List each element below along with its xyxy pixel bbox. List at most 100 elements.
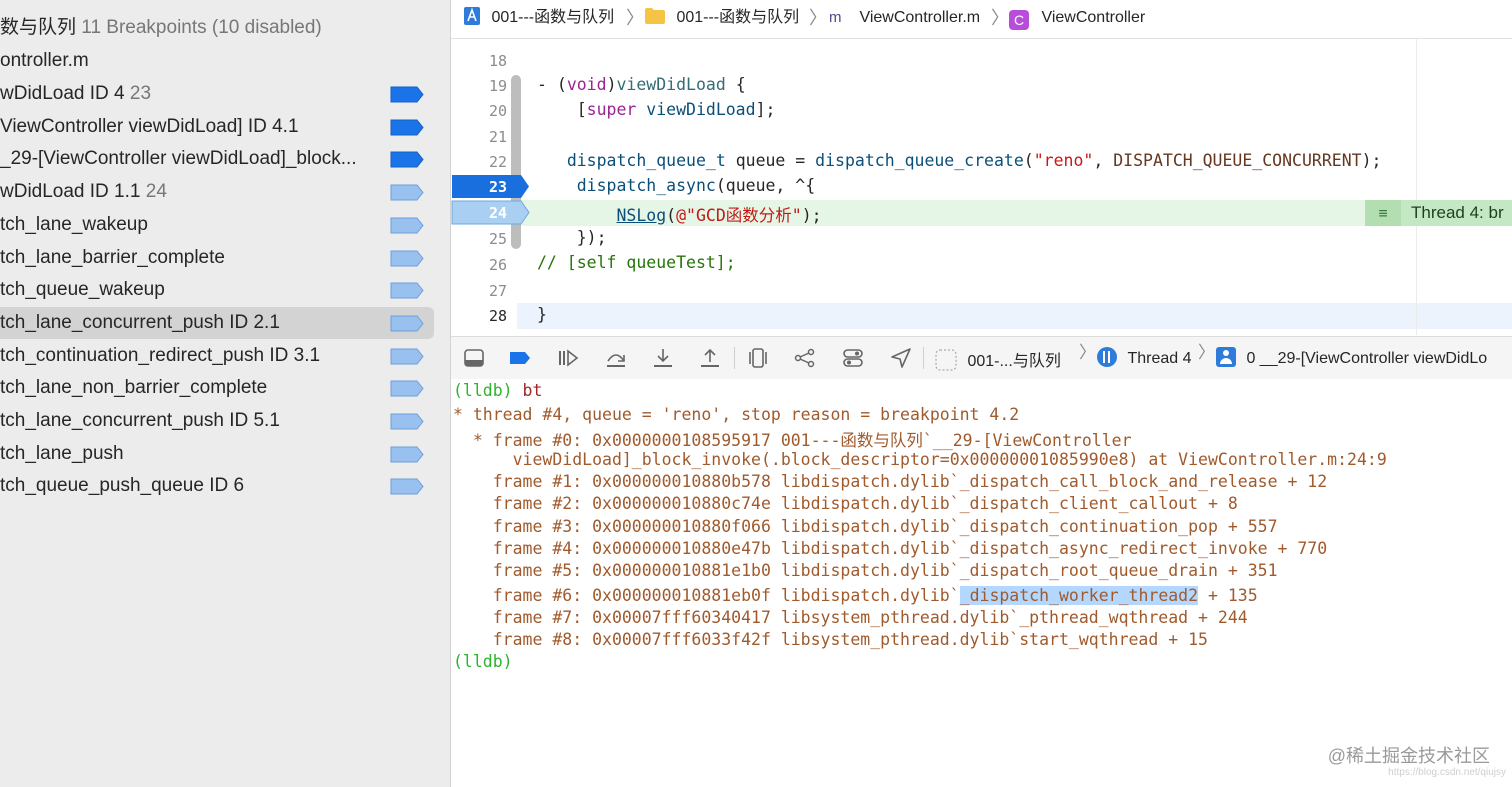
line-number[interactable]: 27 [451, 282, 507, 300]
crumb-separator: 〉 [626, 8, 644, 28]
hide-debug-area-icon[interactable] [462, 346, 486, 370]
breakpoint-toggle-icon[interactable] [390, 413, 424, 430]
breakpoint-toggle-icon[interactable] [390, 478, 424, 495]
console-line: * frame #0: 0x0000000108595917 001---函数与… [453, 431, 1132, 451]
breakpoint-row[interactable]: tch_lane_concurrent_push ID 2.1 [0, 306, 434, 339]
thread-annotation-label: Thread 4: br [1411, 203, 1504, 222]
crumb-project-label: 001---函数与队列 [491, 9, 615, 26]
breakpoint-toggle-icon[interactable] [390, 119, 424, 136]
watermark: @稀土掘金技术社区 [1327, 746, 1490, 766]
environment-overrides-icon[interactable] [841, 346, 865, 370]
line-number[interactable]: 21 [451, 128, 507, 146]
project-icon [464, 7, 480, 25]
breakpoint-row[interactable]: tch_lane_push [0, 438, 434, 470]
breakpoint-row[interactable]: tch_queue_wakeup [0, 274, 434, 306]
breakpoint-toggle-icon[interactable] [390, 217, 424, 234]
line-number[interactable]: 19 [451, 77, 507, 95]
crumb-separator: 〉 [809, 8, 827, 28]
breakpoint-toggle-icon[interactable] [390, 86, 424, 103]
console-line: frame #2: 0x000000010880c74e libdispatch… [453, 494, 1238, 514]
watermark-url: https://blog.csdn.net/qiujsy [1388, 767, 1506, 778]
console-line: frame #8: 0x00007fff6033f42f libsystem_p… [453, 630, 1208, 649]
code-line-20: [super viewDidLoad]; [537, 100, 776, 119]
breakpoint-label: wDidLoad ID 1.1 24 [0, 181, 167, 203]
breakpoint-row[interactable]: tch_lane_concurrent_push ID 5.1 [0, 405, 434, 437]
breakpoint-toggle-icon[interactable] [390, 250, 424, 267]
code-line-24: NSLog(@"GCD函数分析"); [616, 206, 822, 225]
breakpoint-row[interactable]: tch_queue_push_queue ID 6 [0, 470, 434, 502]
breakpoint-label: tch_queue_push_queue ID 6 [0, 475, 245, 497]
console-line: frame #1: 0x000000010880b578 libdispatch… [453, 471, 1328, 491]
folder-icon [645, 8, 665, 24]
breakpoint-row[interactable]: ViewController viewDidLoad] ID 4.1 [0, 111, 434, 143]
crumb-project[interactable]: 001---函数与队列 [463, 0, 614, 38]
minimap-divider [1416, 39, 1417, 335]
view-hierarchy-icon[interactable] [746, 346, 770, 370]
memory-graph-icon[interactable] [793, 346, 817, 370]
breakpoint-label: tch_lane_push [0, 442, 124, 464]
code-line-25: }); [537, 228, 607, 247]
user-frame-icon [1216, 347, 1236, 367]
breakpoint-toggle-icon[interactable] [390, 282, 424, 299]
crumb-folder[interactable]: 001---函数与队列 [644, 0, 799, 38]
simulate-location-icon[interactable] [889, 346, 913, 370]
debug-frame[interactable]: 0 __29-[ViewController viewDidLo [1216, 347, 1487, 368]
line-number[interactable]: 23 [451, 178, 507, 196]
step-out-icon[interactable] [698, 346, 722, 370]
console-line: frame #7: 0x00007fff60340417 libsystem_p… [453, 608, 1248, 627]
breakpoint-toggle-icon[interactable] [390, 315, 424, 332]
breakpoint-row[interactable]: wDidLoad ID 4 23 [0, 78, 434, 110]
objc-file-icon: m [829, 9, 842, 26]
breakpoint-toggle-icon[interactable] [390, 446, 424, 463]
breakpoint-toggle-icon[interactable] [390, 151, 424, 168]
code-line-19: - (void)viewDidLoad { [537, 75, 746, 94]
thread-annotation[interactable]: ≡ Thread 4: br [1365, 200, 1512, 226]
breakpoint-row[interactable]: tch_lane_barrier_complete [0, 242, 434, 274]
breakpoint-label: tch_lane_wakeup [0, 213, 148, 235]
line-number[interactable]: 28 [451, 307, 507, 325]
debug-console[interactable]: (lldb) bt * thread #4, queue = 'reno', s… [451, 379, 1512, 787]
line-number[interactable]: 24 [451, 204, 507, 222]
step-over-icon[interactable] [604, 346, 628, 370]
breakpoint-toggle-icon[interactable] [390, 184, 424, 201]
line-number[interactable]: 18 [451, 52, 507, 70]
breakpoint-toggle-icon[interactable] [390, 380, 424, 397]
crumb-class[interactable]: C ViewController [1009, 0, 1145, 38]
breakpoint-navigator: 数与队列 11 Breakpoints (10 disabled) ontrol… [0, 0, 451, 787]
breakpoint-toggle-icon[interactable] [390, 348, 424, 365]
breakpoint-row[interactable]: _29-[ViewController viewDidLoad]_block..… [0, 143, 434, 175]
code-line-23: dispatch_async(queue, ^{ [576, 176, 816, 195]
source-editor[interactable]: 18 19 20 21 22 23 24 25 26 27 28 - (void)viewDidLo… [451, 39, 1512, 335]
code-line-28: } [537, 305, 547, 324]
toolbar-divider [923, 347, 924, 369]
breakpoint-row[interactable]: wDidLoad ID 1.1 24 [0, 176, 434, 208]
debug-target-label: 001-...与队列 [967, 353, 1061, 370]
breakpoint-row[interactable]: tch_continuation_redirect_push ID 3.1 [0, 340, 434, 372]
breakpoint-file-row[interactable]: ontroller.m [0, 45, 434, 77]
debug-thread[interactable]: Thread 4 [1097, 347, 1192, 368]
line-number[interactable]: 26 [451, 256, 507, 274]
line-number[interactable]: 25 [451, 230, 507, 248]
continue-icon[interactable] [556, 346, 580, 370]
breakpoint-label: tch_continuation_redirect_push ID 3.1 [0, 344, 321, 366]
breakpoint-label: tch_lane_concurrent_push ID 5.1 [0, 410, 280, 431]
breakpoints-toggle-icon[interactable] [508, 346, 532, 370]
console-line: frame #5: 0x000000010881e1b0 libdispatch… [453, 561, 1278, 581]
console-line: * thread #4, queue = 'reno', stop reason… [453, 405, 1020, 424]
breakpoint-group-header[interactable]: 数与队列 11 Breakpoints (10 disabled) [0, 12, 434, 44]
crumb-file[interactable]: m ViewController.m [829, 0, 980, 38]
console-line: frame #4: 0x000000010880e47b libdispatch… [453, 538, 1328, 558]
debug-target[interactable]: 001-...与队列 [935, 347, 1061, 371]
selected-text: _dispatch_worker_thread2 [959, 586, 1199, 605]
breakpoint-label: wDidLoad ID 4 23 [0, 83, 152, 104]
line-number[interactable]: 22 [451, 153, 507, 171]
crumb-class-label: ViewController [1041, 9, 1146, 26]
breakpoint-row[interactable]: tch_lane_wakeup [0, 209, 434, 241]
line-number[interactable]: 20 [451, 102, 507, 120]
crumb-separator: 〉 [1198, 343, 1215, 362]
toolbar-divider [734, 347, 735, 369]
step-into-icon[interactable] [651, 346, 675, 370]
thread-icon [1097, 347, 1117, 367]
breakpoint-row[interactable]: tch_lane_non_barrier_complete [0, 372, 434, 404]
menu-lines-icon: ≡ [1365, 200, 1401, 226]
